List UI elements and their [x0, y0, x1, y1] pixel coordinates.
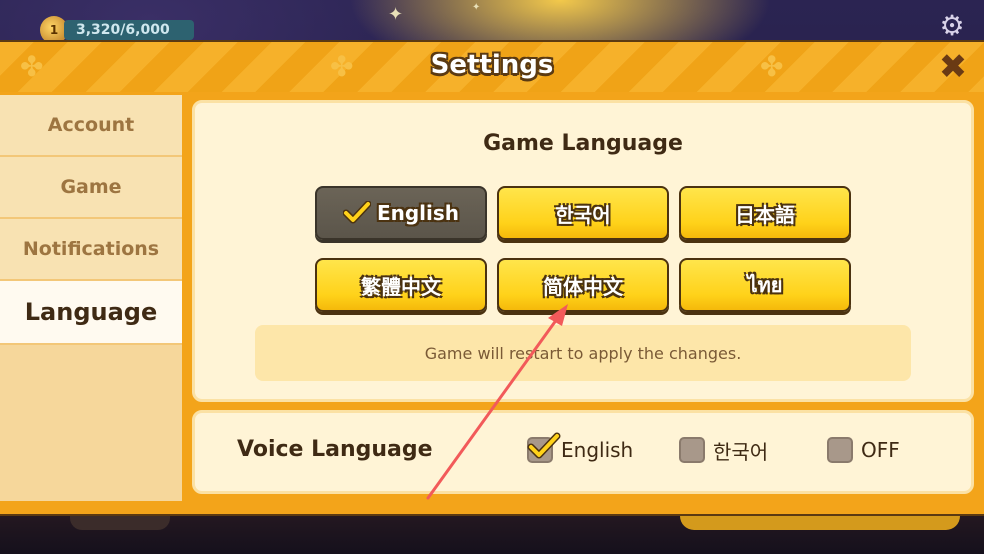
lang-button-simplified-chinese[interactable]: 简体中文 [497, 258, 669, 312]
tab-language[interactable]: Language [0, 281, 182, 345]
voice-option-off[interactable]: OFF [827, 435, 900, 465]
voice-language-card: Voice Language English 한국어 OFF [192, 410, 974, 494]
star-icon: ✦ [388, 4, 404, 25]
close-icon: ✖ [938, 47, 968, 87]
exp-progress-text: 3,320/6,000 [64, 20, 194, 40]
lang-button-thai[interactable]: ไทย [679, 258, 851, 312]
checkbox[interactable] [827, 437, 853, 463]
lang-button-traditional-chinese[interactable]: 繁體中文 [315, 258, 487, 312]
checkbox[interactable] [527, 432, 561, 463]
lang-button-korean[interactable]: 한국어 [497, 186, 669, 240]
panel-header: ✤ ✤ ✤ Settings ✖ [0, 42, 984, 92]
checkbox[interactable] [679, 437, 705, 463]
tab-label: Account [47, 114, 135, 136]
lang-label: 日本語 [735, 202, 795, 227]
settings-sidebar: Account Game Notifications Language [0, 95, 182, 501]
tab-label: Game [60, 176, 122, 198]
lang-button-japanese[interactable]: 日本語 [679, 186, 851, 240]
lang-label: 繁體中文 [361, 274, 441, 299]
lang-label: English [376, 201, 460, 225]
tab-label: Notifications [22, 238, 160, 260]
star-icon: ✦ [472, 2, 481, 13]
tab-game[interactable]: Game [0, 157, 182, 219]
game-language-card: Game Language English 한국어 日本語 繁體中文 简体中文 [192, 100, 974, 402]
voice-option-label: 한국어 [713, 439, 769, 464]
tab-label: Language [24, 298, 158, 326]
voice-language-title: Voice Language [237, 437, 433, 462]
game-language-title: Game Language [483, 131, 683, 156]
voice-option-english[interactable]: English [527, 432, 634, 465]
lang-label: ไทย [747, 273, 783, 297]
voice-option-korean[interactable]: 한국어 [679, 435, 768, 465]
panel-title: Settings [430, 50, 554, 80]
tab-notifications[interactable]: Notifications [0, 219, 182, 281]
gear-icon[interactable]: ⚙ [936, 10, 968, 42]
tab-account[interactable]: Account [0, 95, 182, 157]
language-settings: Game Language English 한국어 日本語 繁體中文 简体中文 [192, 98, 974, 498]
settings-panel: ✤ ✤ ✤ Settings ✖ Account Game Notificati… [0, 40, 984, 516]
exp-indicator: 1 3,320/6,000 [40, 16, 194, 44]
lang-label: 한국어 [555, 202, 611, 227]
close-button[interactable]: ✖ [938, 50, 968, 84]
lang-label: 简体中文 [543, 274, 623, 299]
voice-option-label: English [561, 438, 634, 462]
check-icon [342, 201, 371, 224]
voice-option-label: OFF [861, 438, 900, 462]
restart-notice: Game will restart to apply the changes. [255, 325, 911, 381]
lang-button-english[interactable]: English [315, 186, 487, 240]
check-icon [527, 432, 561, 459]
